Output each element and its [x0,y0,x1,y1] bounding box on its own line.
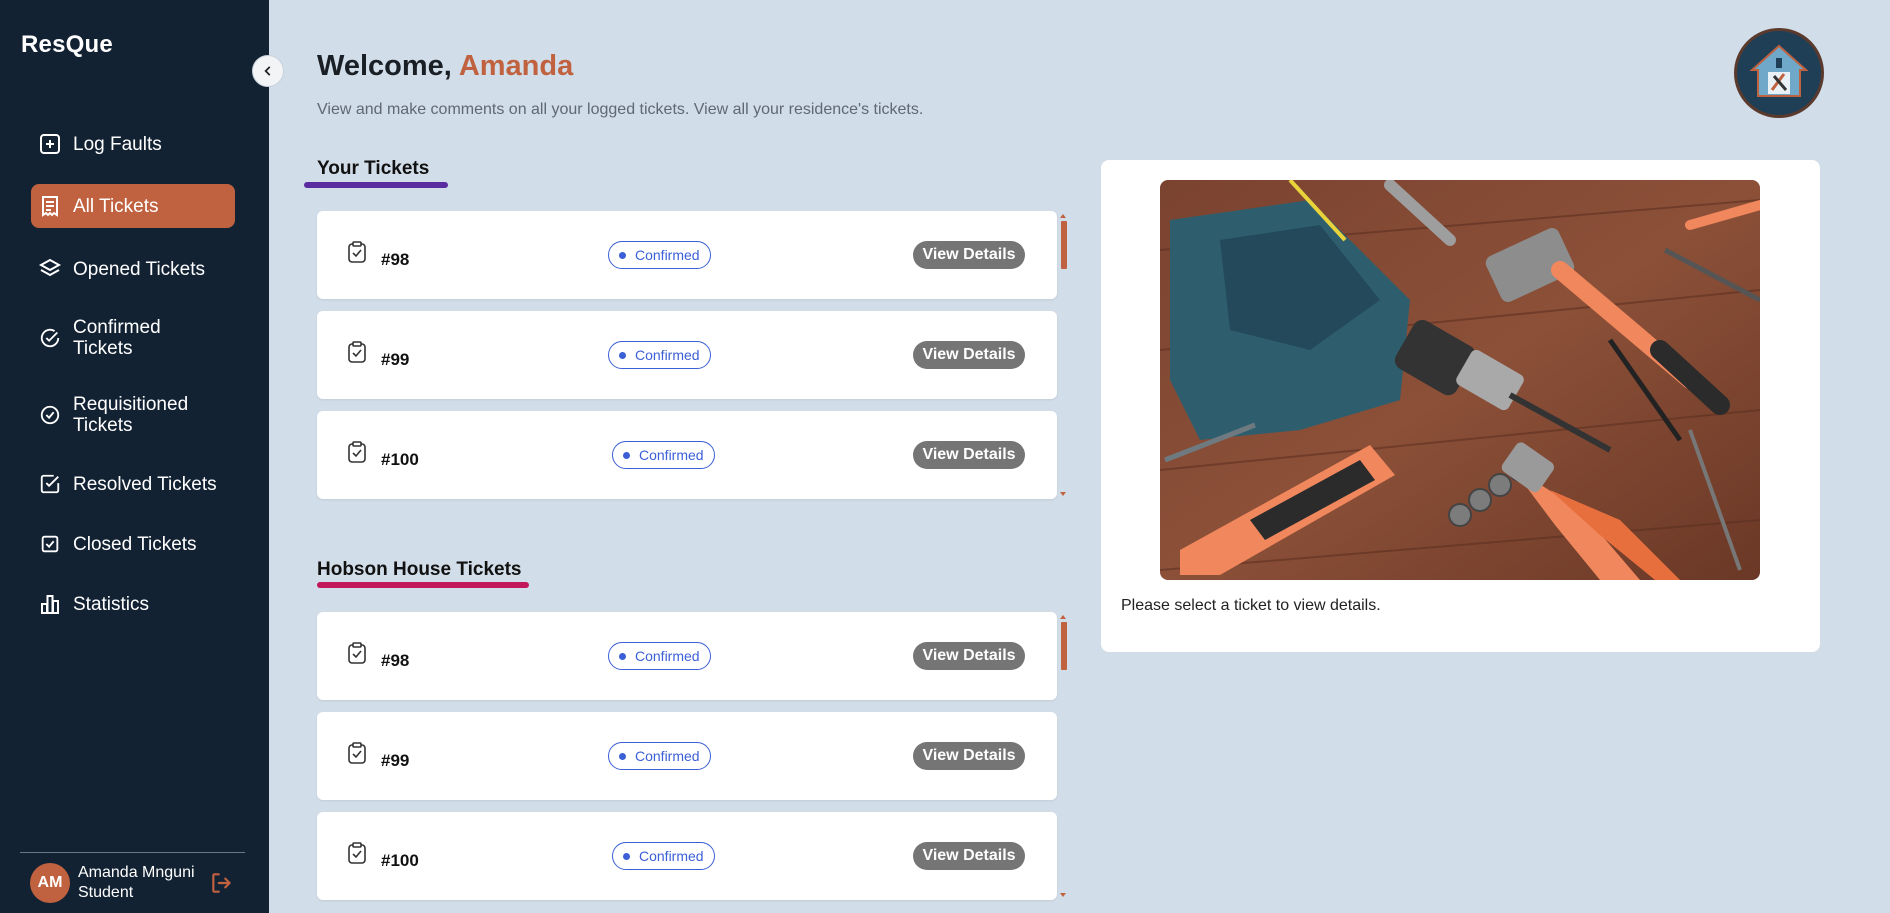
chevron-left-icon [264,66,271,76]
status-badge: Confirmed [608,742,711,770]
sidebar-item-label: Statistics [73,593,150,615]
sidebar-item-label: Closed Tickets [73,533,197,555]
collapse-sidebar-button[interactable] [252,55,284,87]
sidebar-item-confirmed-tickets[interactable]: Confirmed Tickets [31,317,235,359]
ticket-detail-panel: Please select a ticket to view details. [1101,160,1820,652]
sidebar-item-requisitioned-tickets[interactable]: Requisitioned Tickets [31,394,235,436]
status-badge: Confirmed [608,341,711,369]
logout-icon[interactable] [209,870,235,896]
status-badge: Confirmed [608,642,711,670]
clipboard-check-icon [347,241,367,263]
ticket-card[interactable]: #98 Confirmed View Details [317,612,1057,700]
sidebar-item-statistics[interactable]: Statistics [31,591,235,617]
heading-underline [304,182,448,188]
house-tickets-heading: Hobson House Tickets [317,559,522,580]
ticket-card[interactable]: #100 Confirmed View Details [317,411,1057,499]
ticket-card[interactable]: #98 Confirmed View Details [317,211,1057,299]
app-logo-text: ResQue [21,31,113,58]
ticket-card[interactable]: #99 Confirmed View Details [317,311,1057,399]
sidebar-item-opened-tickets[interactable]: Opened Tickets [31,256,235,282]
view-details-button[interactable]: View Details [913,642,1025,670]
page-title: Welcome, Amanda [317,50,574,82]
scrollbar-thumb[interactable] [1061,221,1067,269]
status-badge: Confirmed [612,842,715,870]
ticket-id: #98 [381,651,410,670]
status-badge: Confirmed [612,441,715,469]
sidebar: ResQue Log Faults All Tickets Opened Tic… [0,0,269,913]
circle-check-icon [37,402,63,428]
user-name: Amanda Mnguni [78,864,195,881]
scroll-up-arrow[interactable] [1060,214,1066,218]
ticket-id: #98 [381,250,410,269]
user-first-name: Amanda [458,50,574,82]
check-circle-icon [37,325,63,351]
clipboard-check-icon [347,441,367,463]
residence-logo [1734,28,1824,118]
page-subtitle: View and make comments on all your logge… [317,101,924,118]
scrollbar-thumb[interactable] [1061,622,1067,670]
sidebar-item-log-faults[interactable]: Log Faults [31,131,235,157]
user-role: Student [78,884,134,901]
sidebar-item-closed-tickets[interactable]: Closed Tickets [31,531,235,557]
sidebar-item-label: Requisitioned Tickets [73,394,189,436]
square-check-icon [37,531,63,557]
sidebar-item-all-tickets[interactable]: All Tickets [31,184,235,228]
scroll-down-arrow[interactable] [1060,893,1066,897]
view-details-button[interactable]: View Details [913,842,1025,870]
receipt-icon [37,193,63,219]
heading-underline [317,582,529,588]
ticket-card[interactable]: #99 Confirmed View Details [317,712,1057,800]
clipboard-check-icon [347,742,367,764]
clipboard-check-icon [347,341,367,363]
sidebar-item-resolved-tickets[interactable]: Resolved Tickets [31,471,235,497]
bar-chart-icon [37,591,63,617]
layers-icon [37,256,63,282]
status-badge: Confirmed [608,241,711,269]
sidebar-item-label: Opened Tickets [73,258,206,280]
house-tools-icon [1749,44,1809,97]
ticket-card[interactable]: #100 Confirmed View Details [317,812,1057,900]
sidebar-item-label: Resolved Tickets [73,473,217,495]
clipboard-check-icon [347,842,367,864]
plus-square-icon [37,131,63,157]
view-details-button[interactable]: View Details [913,742,1025,770]
sidebar-item-label: All Tickets [73,195,159,217]
view-details-button[interactable]: View Details [913,441,1025,469]
clipboard-check-icon [347,642,367,664]
sidebar-divider [20,852,245,853]
sidebar-item-label: Log Faults [73,133,162,155]
sidebar-item-label: Confirmed Tickets [73,317,161,359]
ticket-id: #99 [381,751,410,770]
scroll-up-arrow[interactable] [1060,615,1066,619]
ticket-id: #100 [381,450,419,469]
ticket-id: #99 [381,350,410,369]
check-square-icon [37,471,63,497]
view-details-button[interactable]: View Details [913,341,1025,369]
view-details-button[interactable]: View Details [913,241,1025,269]
empty-state-message: Please select a ticket to view details. [1121,597,1381,614]
tools-image [1160,180,1760,580]
avatar[interactable]: AM [30,863,70,903]
your-tickets-heading: Your Tickets [317,158,430,179]
scroll-down-arrow[interactable] [1060,492,1066,496]
ticket-id: #100 [381,851,419,870]
